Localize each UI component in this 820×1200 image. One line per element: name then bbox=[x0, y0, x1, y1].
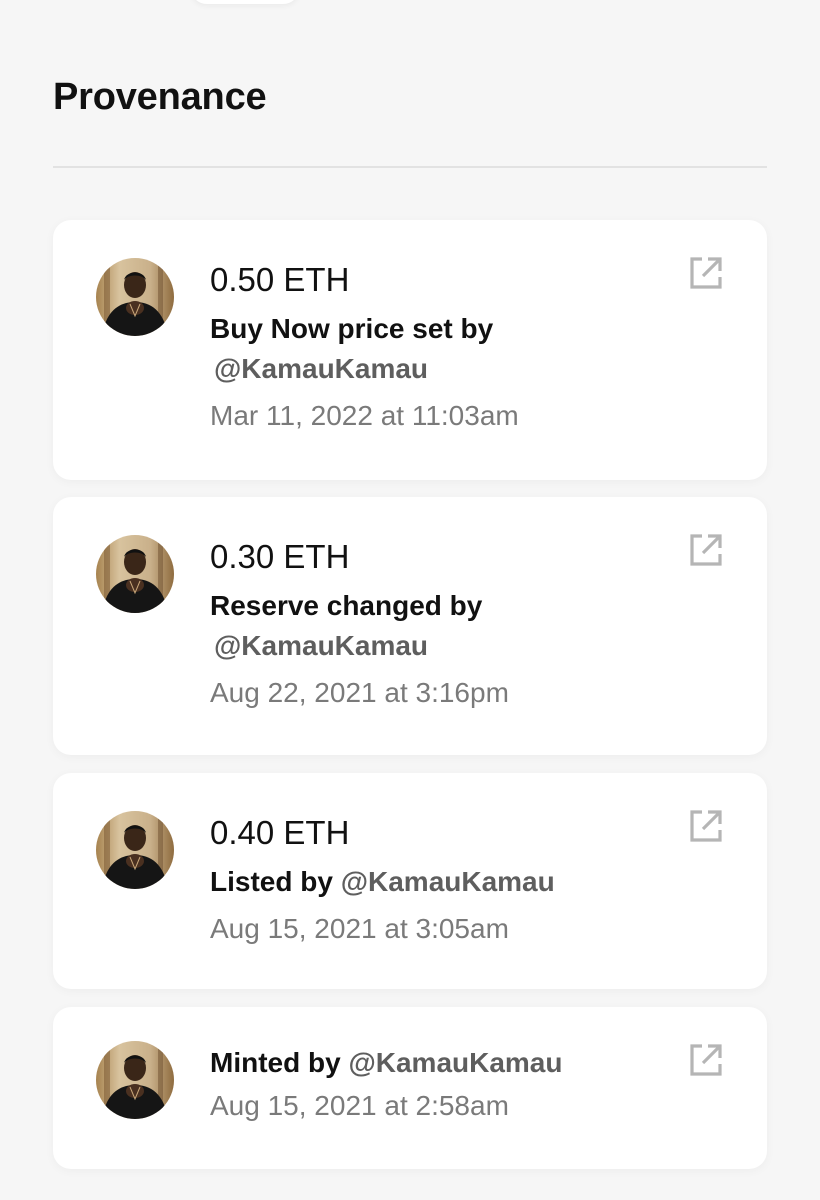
event-amount: 0.30 ETH bbox=[210, 538, 350, 575]
event-description: Reserve changed by @KamauKamau bbox=[210, 587, 677, 667]
user-handle-link[interactable]: @KamauKamau bbox=[348, 1047, 562, 1078]
event-content: Minted by @KamauKamau Aug 15, 2021 at 2:… bbox=[210, 1041, 677, 1126]
avatar[interactable] bbox=[96, 1041, 174, 1119]
event-description: Buy Now price set by @KamauKamau bbox=[210, 310, 677, 390]
section-title: Provenance bbox=[53, 76, 267, 118]
event-action: Buy Now price set by bbox=[210, 313, 494, 344]
user-handle-link[interactable]: @KamauKamau bbox=[341, 866, 555, 897]
provenance-card: 0.30 ETH Reserve changed by @KamauKamau … bbox=[53, 497, 767, 755]
event-content: 0.40 ETH Listed by @KamauKamau Aug 15, 2… bbox=[210, 811, 677, 949]
event-description: Minted by @KamauKamau bbox=[210, 1044, 677, 1082]
event-amount: 0.50 ETH bbox=[210, 261, 350, 298]
top-button-fragment[interactable] bbox=[190, 0, 300, 4]
event-date: Aug 15, 2021 at 3:05am bbox=[210, 913, 509, 944]
user-handle-link[interactable]: @KamauKamau bbox=[214, 348, 677, 390]
event-action: Listed by bbox=[210, 866, 333, 897]
external-link-icon[interactable] bbox=[687, 1041, 725, 1079]
event-date: Aug 15, 2021 at 2:58am bbox=[210, 1090, 509, 1121]
event-date: Mar 11, 2022 at 11:03am bbox=[210, 400, 519, 431]
user-handle-link[interactable]: @KamauKamau bbox=[214, 625, 677, 667]
avatar[interactable] bbox=[96, 811, 174, 889]
external-link-icon[interactable] bbox=[687, 807, 725, 845]
event-description: Listed by @KamauKamau bbox=[210, 863, 677, 901]
event-action: Minted by bbox=[210, 1047, 341, 1078]
external-link-icon[interactable] bbox=[687, 531, 725, 569]
avatar[interactable] bbox=[96, 535, 174, 613]
event-date: Aug 22, 2021 at 3:16pm bbox=[210, 677, 509, 708]
provenance-page: Provenance 0.50 ETH Buy Now price set by… bbox=[0, 0, 820, 1200]
external-link-icon[interactable] bbox=[687, 254, 725, 292]
provenance-card: Minted by @KamauKamau Aug 15, 2021 at 2:… bbox=[53, 1007, 767, 1169]
provenance-card: 0.40 ETH Listed by @KamauKamau Aug 15, 2… bbox=[53, 773, 767, 989]
event-action: Reserve changed by bbox=[210, 590, 483, 621]
avatar[interactable] bbox=[96, 258, 174, 336]
event-content: 0.30 ETH Reserve changed by @KamauKamau … bbox=[210, 535, 677, 713]
event-content: 0.50 ETH Buy Now price set by @KamauKama… bbox=[210, 258, 677, 436]
event-amount: 0.40 ETH bbox=[210, 814, 350, 851]
section-divider bbox=[53, 166, 767, 168]
provenance-card: 0.50 ETH Buy Now price set by @KamauKama… bbox=[53, 220, 767, 480]
